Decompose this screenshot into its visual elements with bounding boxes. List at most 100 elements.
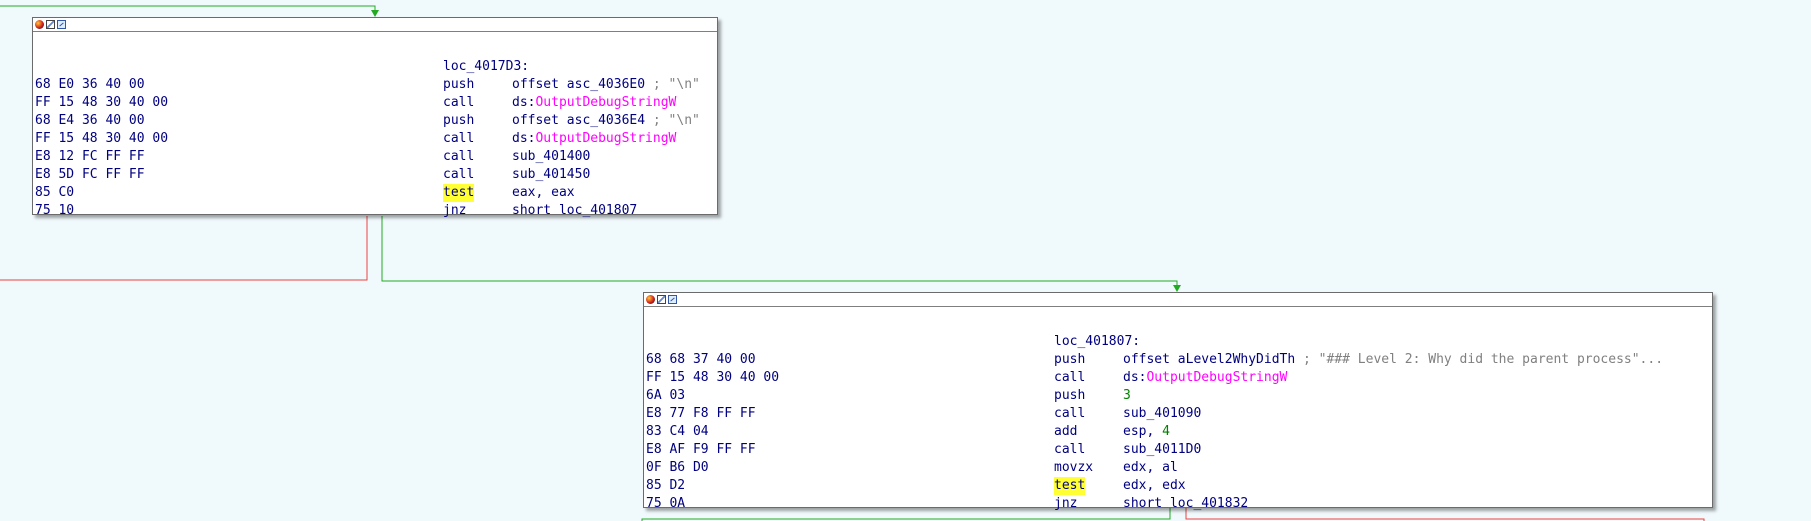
instruction-row[interactable]: FF 15 48 30 40 00 call ds:OutputDebugStrin… — [33, 94, 717, 112]
operands[interactable]: ds:OutputDebugStringW — [512, 130, 676, 148]
operands[interactable]: eax, eax — [512, 184, 575, 202]
opcode-bytes: E8 77 F8 FF FF — [646, 406, 756, 421]
mnemonic[interactable]: jnz — [1054, 495, 1077, 513]
comment: ; "### Level 2: Why did the parent proce… — [1295, 352, 1664, 367]
opcode-bytes: E8 5D FC FF FF — [35, 167, 145, 182]
mnemonic[interactable]: push — [1054, 387, 1085, 405]
operand-text[interactable]: short loc_401832 — [1123, 496, 1248, 511]
instruction-row[interactable]: 85 D2 test edx, edx — [644, 477, 1712, 495]
mnemonic[interactable]: call — [443, 130, 474, 148]
operand-text[interactable]: offset aLevel2WhyDidTh — [1123, 352, 1295, 367]
operands[interactable]: sub_4011D0 — [1123, 441, 1201, 459]
operands[interactable]: sub_401450 — [512, 166, 590, 184]
mnemonic[interactable]: call — [443, 94, 474, 112]
import-name[interactable]: OutputDebugStringW — [535, 131, 676, 146]
operands[interactable]: ds:OutputDebugStringW — [512, 94, 676, 112]
block-body: loc_401807: 68 68 37 40 00 push offset aLev… — [644, 307, 1712, 511]
mnemonic[interactable]: test — [1054, 477, 1086, 495]
instruction-row[interactable]: 75 10 jnz short loc_401807 — [33, 202, 717, 220]
operands[interactable]: offset asc_4036E0 ; "\n" — [512, 76, 700, 94]
mnemonic[interactable]: call — [443, 166, 474, 184]
import-name[interactable]: OutputDebugStringW — [1146, 370, 1287, 385]
import-name[interactable]: OutputDebugStringW — [535, 95, 676, 110]
edge-incoming-block1 — [0, 5, 376, 14]
mnemonic[interactable]: movzx — [1054, 459, 1093, 477]
opcode-bytes: 75 10 — [35, 203, 75, 218]
operand-text[interactable]: ds: — [512, 131, 535, 146]
mnemonic[interactable]: call — [1054, 405, 1085, 423]
mnemonic[interactable]: push — [443, 112, 474, 130]
operand-text[interactable]: ds: — [1123, 370, 1146, 385]
operands[interactable]: offset aLevel2WhyDidTh ; "### Level 2: W… — [1123, 351, 1663, 369]
edge-arrowhead — [371, 10, 379, 17]
instruction-row[interactable]: 85 C0 test eax, eax — [33, 184, 717, 202]
operand-text[interactable]: edx, al — [1123, 460, 1178, 475]
instruction-row[interactable]: FF 15 48 30 40 00 call ds:OutputDebugStrin… — [644, 369, 1712, 387]
mnemonic[interactable]: test — [443, 184, 475, 202]
comment: ; "\n" — [645, 113, 700, 128]
opcode-bytes: FF 15 48 30 40 00 — [35, 131, 169, 146]
opcode-bytes: 85 D2 — [646, 478, 686, 493]
operands[interactable]: esp, 4 — [1123, 423, 1170, 441]
block-header — [33, 18, 717, 32]
instruction-row[interactable]: E8 5D FC FF FF call sub_401450 — [33, 166, 717, 184]
immediate-value[interactable]: 3 — [1123, 388, 1131, 403]
operand-text[interactable]: sub_4011D0 — [1123, 442, 1201, 457]
opcode-bytes: E8 12 FC FF FF — [35, 149, 145, 164]
operand-text[interactable]: ds: — [512, 95, 535, 110]
operand-text[interactable]: sub_401400 — [512, 149, 590, 164]
mnemonic[interactable]: call — [1054, 441, 1085, 459]
mnemonic[interactable]: call — [1054, 369, 1085, 387]
opcode-bytes: 68 E4 36 40 00 — [35, 113, 145, 128]
opcode-bytes: FF 15 48 30 40 00 — [35, 95, 169, 110]
location-label[interactable]: loc_4017D3: — [443, 58, 529, 76]
operand-text[interactable]: offset asc_4036E0 — [512, 77, 645, 92]
operand-text[interactable]: esp, — [1123, 424, 1162, 439]
mnemonic[interactable]: add — [1054, 423, 1077, 441]
operand-text[interactable]: eax, eax — [512, 185, 575, 200]
operands[interactable]: offset asc_4036E4 ; "\n" — [512, 112, 700, 130]
operand-text[interactable]: sub_401450 — [512, 167, 590, 182]
operand-text[interactable]: sub_401090 — [1123, 406, 1201, 421]
immediate-value[interactable]: 4 — [1162, 424, 1170, 439]
mnemonic[interactable]: call — [443, 148, 474, 166]
operands[interactable]: short loc_401807 — [512, 202, 637, 220]
graph-icon[interactable] — [668, 295, 677, 304]
instruction-row[interactable]: 68 68 37 40 00 push offset aLevel2WhyDidTh… — [644, 351, 1712, 369]
operand-text[interactable]: edx, edx — [1123, 478, 1186, 493]
instruction-row[interactable]: 68 E0 36 40 00 push offset asc_4036E0 ; "\… — [33, 76, 717, 94]
graph-icon[interactable] — [57, 20, 66, 29]
instruction-row[interactable]: 75 0A jnz short loc_401832 — [644, 495, 1712, 513]
operands[interactable]: short loc_401832 — [1123, 495, 1248, 513]
operand-text[interactable]: offset asc_4036E4 — [512, 113, 645, 128]
instruction-row[interactable]: 68 E4 36 40 00 push offset asc_4036E4 ; "\… — [33, 112, 717, 130]
operand-text[interactable]: short loc_401807 — [512, 203, 637, 218]
mnemonic[interactable]: push — [1054, 351, 1085, 369]
instruction-row[interactable]: E8 12 FC FF FF call sub_401400 — [33, 148, 717, 166]
operands[interactable]: 3 — [1123, 387, 1131, 405]
operands[interactable]: edx, edx — [1123, 477, 1186, 495]
instruction-row[interactable]: FF 15 48 30 40 00 call ds:OutputDebugStrin… — [33, 130, 717, 148]
rename-icon[interactable] — [46, 20, 55, 29]
operands[interactable]: edx, al — [1123, 459, 1178, 477]
edge-true-block1-to-block2 — [381, 216, 1178, 289]
color-icon[interactable] — [35, 20, 44, 29]
operands[interactable]: sub_401400 — [512, 148, 590, 166]
mnemonic[interactable]: push — [443, 76, 474, 94]
rename-icon[interactable] — [657, 295, 666, 304]
instruction-row[interactable]: E8 77 F8 FF FF call sub_401090 — [644, 405, 1712, 423]
color-icon[interactable] — [646, 295, 655, 304]
instruction-row[interactable]: 83 C4 04 add esp, 4 — [644, 423, 1712, 441]
opcode-bytes: 68 68 37 40 00 — [646, 352, 756, 367]
comment: ; "\n" — [645, 77, 700, 92]
instruction-row[interactable]: 0F B6 D0 movzx edx, al — [644, 459, 1712, 477]
edge-arrowhead — [1173, 285, 1181, 292]
location-label[interactable]: loc_401807: — [1054, 333, 1140, 351]
instruction-row[interactable]: 6A 03 push 3 — [644, 387, 1712, 405]
code-block-loc-401807[interactable]: loc_401807: 68 68 37 40 00 push offset aLev… — [643, 292, 1713, 511]
operands[interactable]: ds:OutputDebugStringW — [1123, 369, 1287, 387]
instruction-row[interactable]: E8 AF F9 FF FF call sub_4011D0 — [644, 441, 1712, 459]
mnemonic[interactable]: jnz — [443, 202, 466, 220]
operands[interactable]: sub_401090 — [1123, 405, 1201, 423]
code-block-loc-4017d3[interactable]: loc_4017D3: 68 E0 36 40 00 push offset asc_… — [32, 17, 718, 218]
